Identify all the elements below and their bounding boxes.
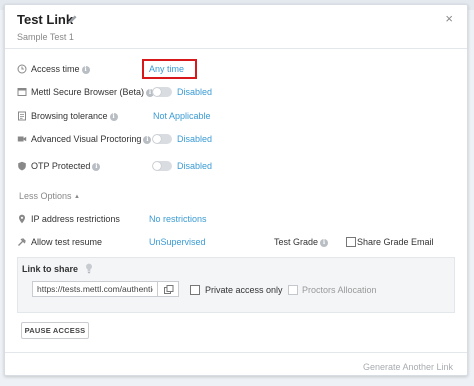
allow-resume-value[interactable]: UnSupervised bbox=[149, 237, 206, 247]
visual-proctoring-status: Disabled bbox=[177, 134, 213, 144]
proctors-allocation-label: Proctors Allocation bbox=[302, 285, 377, 295]
visual-proctoring-label: Advanced Visual Proctoring bbox=[31, 134, 142, 144]
info-icon[interactable]: i bbox=[143, 136, 152, 144]
secure-browser-label: Mettl Secure Browser (Beta) bbox=[31, 87, 145, 97]
access-time-label: Access time bbox=[31, 64, 80, 74]
ip-restrictions-label: IP address restrictions bbox=[31, 214, 120, 224]
visual-proctoring-toggle[interactable] bbox=[152, 134, 172, 144]
share-grade-email-label: Share Grade Email bbox=[357, 237, 434, 247]
header-divider bbox=[5, 48, 467, 49]
browsing-tolerance-value[interactable]: Not Applicable bbox=[153, 111, 211, 121]
browsing-tolerance-label: Browsing tolerance bbox=[31, 111, 108, 121]
pencil-icon[interactable] bbox=[68, 14, 78, 24]
copy-icon bbox=[164, 285, 174, 294]
otp-protected-status: Disabled bbox=[177, 161, 213, 171]
allow-resume-label: Allow test resume bbox=[31, 237, 103, 247]
clock-icon bbox=[17, 64, 27, 74]
info-icon[interactable]: i bbox=[92, 163, 101, 171]
generate-another-link-button[interactable]: Generate Another Link bbox=[363, 362, 453, 372]
private-access-checkbox[interactable] bbox=[190, 285, 200, 295]
test-grade-label: Test Grade bbox=[274, 237, 319, 247]
share-title: Link to share bbox=[22, 264, 79, 274]
otp-protected-row: OTP Protected i bbox=[31, 161, 101, 171]
video-camera-icon bbox=[17, 136, 27, 142]
less-options-link[interactable]: Less Options ▲ bbox=[19, 191, 80, 201]
info-icon[interactable]: i bbox=[320, 239, 329, 247]
pause-access-button[interactable]: PAUSE ACCESS bbox=[21, 322, 89, 339]
otp-protected-label: OTP Protected bbox=[31, 161, 91, 171]
lightbulb-icon bbox=[86, 263, 92, 274]
visual-proctoring-row: Advanced Visual Proctoring i bbox=[31, 134, 152, 144]
test-grade-row: Test Grade i bbox=[274, 237, 329, 247]
secure-browser-toggle[interactable] bbox=[152, 87, 172, 97]
secure-browser-status: Disabled bbox=[177, 87, 213, 97]
copy-link-button[interactable] bbox=[157, 281, 179, 297]
modal-subtitle: Sample Test 1 bbox=[17, 32, 74, 42]
shield-icon bbox=[18, 161, 26, 171]
test-link-modal: Test Link × Sample Test 1 Access time i A… bbox=[4, 4, 468, 376]
modal-title: Test Link bbox=[17, 12, 74, 27]
highlight-box bbox=[142, 59, 197, 79]
share-grade-email-checkbox[interactable] bbox=[346, 237, 356, 247]
close-icon[interactable]: × bbox=[445, 11, 453, 26]
browser-icon bbox=[17, 88, 27, 96]
proctors-allocation-checkbox[interactable] bbox=[288, 285, 298, 295]
info-icon[interactable]: i bbox=[109, 113, 118, 121]
info-icon[interactable]: i bbox=[81, 66, 90, 74]
private-access-label: Private access only bbox=[205, 285, 283, 295]
secure-browser-row: Mettl Secure Browser (Beta) i bbox=[31, 87, 155, 97]
footer-divider bbox=[5, 352, 467, 353]
otp-protected-toggle[interactable] bbox=[152, 161, 172, 171]
caret-up-icon: ▲ bbox=[74, 194, 80, 200]
browsing-tolerance-row: Browsing tolerance i bbox=[31, 111, 118, 121]
document-icon bbox=[18, 111, 26, 121]
less-options-label: Less Options bbox=[19, 191, 72, 201]
ip-restrictions-value[interactable]: No restrictions bbox=[149, 214, 207, 224]
location-pin-icon bbox=[19, 214, 25, 224]
access-time-row: Access time i bbox=[31, 64, 90, 74]
share-link-input[interactable] bbox=[32, 281, 158, 297]
resume-icon bbox=[18, 238, 26, 246]
